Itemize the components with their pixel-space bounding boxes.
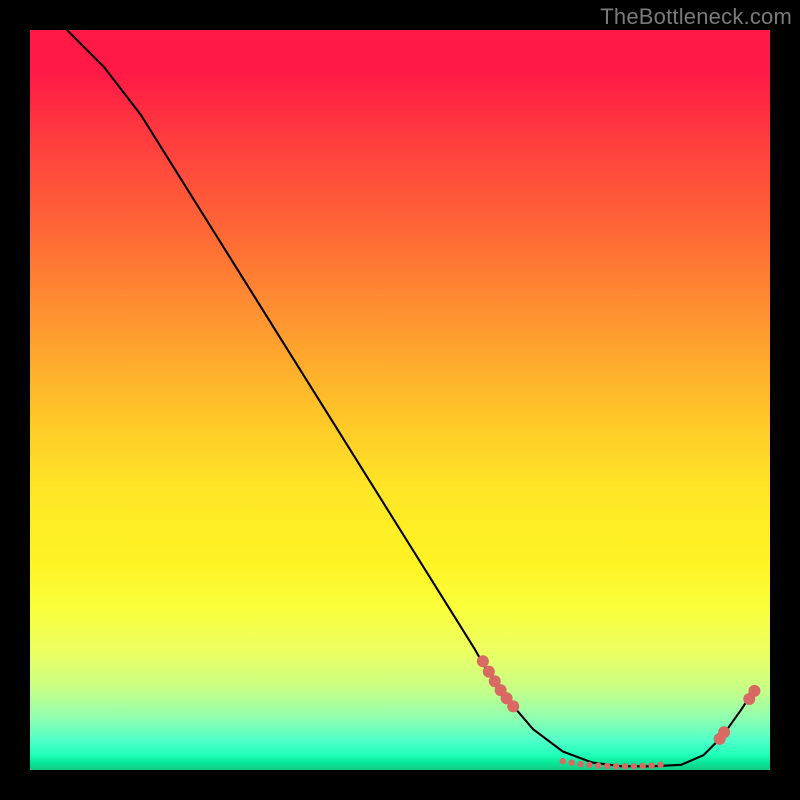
highlight-dot	[568, 759, 574, 765]
highlight-dot	[631, 763, 637, 769]
chart-frame: TheBottleneck.com	[0, 0, 800, 800]
highlight-dot	[560, 758, 566, 764]
highlight-dot	[657, 762, 663, 768]
highlight-dot	[604, 763, 610, 769]
highlight-dot	[595, 762, 601, 768]
highlight-dot	[477, 655, 489, 667]
bottleneck-curve	[67, 30, 755, 766]
highlight-dot	[648, 762, 654, 768]
highlight-dot	[718, 726, 730, 738]
highlight-dot	[748, 685, 760, 697]
chart-svg	[30, 30, 770, 770]
highlight-dot	[640, 763, 646, 769]
plot-area	[30, 30, 770, 770]
watermark-text: TheBottleneck.com	[600, 4, 792, 30]
highlight-dot	[507, 700, 519, 712]
highlight-dot	[586, 762, 592, 768]
highlight-dot	[577, 761, 583, 767]
highlight-dot	[613, 763, 619, 769]
highlight-dot	[622, 763, 628, 769]
